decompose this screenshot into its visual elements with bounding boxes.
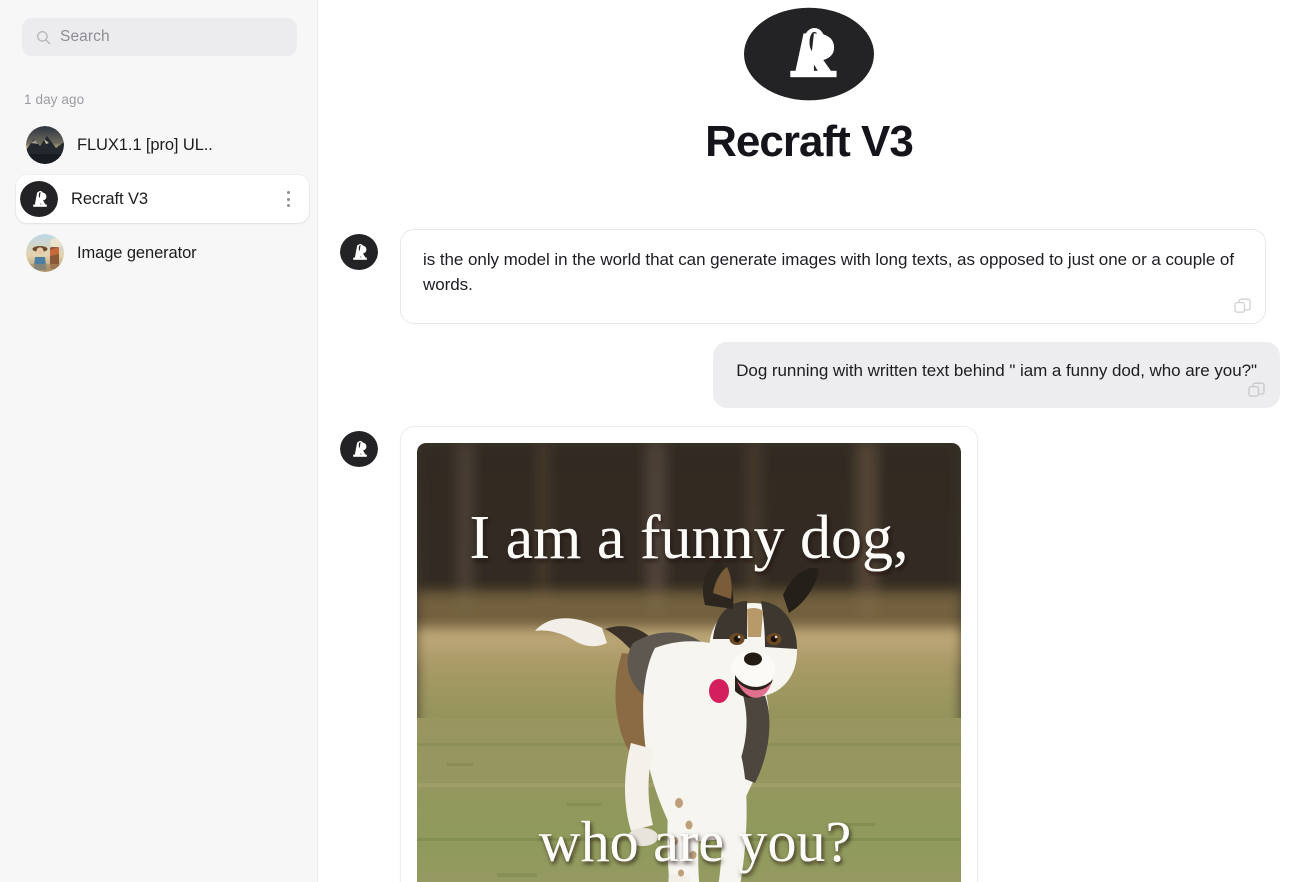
- user-message-bubble: Dog running with written text behind " i…: [713, 341, 1280, 408]
- message-list: is the only model in the world that can …: [318, 229, 1300, 882]
- message-row-user: Dog running with written text behind " i…: [340, 341, 1280, 408]
- conversation-scroll[interactable]: Recraft V3 is the only model in the worl…: [318, 0, 1300, 882]
- message-text: is the only model in the world that can …: [423, 250, 1234, 294]
- sidebar-item-image-generator[interactable]: Image generator: [22, 229, 297, 277]
- landscape-thumbnail-icon: [26, 126, 64, 164]
- illustration-thumbnail-icon: [26, 234, 64, 272]
- sidebar-section-label: 1 day ago: [24, 92, 85, 107]
- message-row-assistant-image: I am a funny dog, who are you?: [340, 425, 1280, 882]
- sidebar-item-recraft-v3[interactable]: Recraft V3: [16, 175, 309, 223]
- recraft-logo-icon: [340, 233, 378, 271]
- search-icon: [36, 30, 51, 45]
- app-root: Search 1 day ago FLUX1.1 [pro] UL.. Recr…: [0, 0, 1300, 882]
- generated-image[interactable]: I am a funny dog, who are you?: [417, 442, 961, 882]
- main-panel: Recraft V3 is the only model in the worl…: [318, 0, 1300, 882]
- generated-image-card[interactable]: I am a funny dog, who are you?: [400, 425, 978, 882]
- assistant-message-bubble: is the only model in the world that can …: [400, 229, 1266, 324]
- more-vertical-icon[interactable]: [279, 188, 297, 210]
- page-title: Recraft V3: [705, 117, 914, 166]
- chat-list: FLUX1.1 [pro] UL.. Recraft V3 Image gene…: [16, 121, 309, 277]
- search-placeholder: Search: [60, 28, 110, 45]
- image-top-text: I am a funny dog,: [469, 504, 908, 572]
- sidebar-item-label: Recraft V3: [71, 189, 148, 208]
- recraft-logo-large-icon: [744, 7, 874, 106]
- copy-icon[interactable]: [1234, 298, 1251, 315]
- model-header: Recraft V3: [318, 0, 1300, 193]
- search-input[interactable]: Search: [22, 18, 297, 56]
- message-row-assistant: is the only model in the world that can …: [340, 229, 1280, 324]
- sidebar-item-label: Image generator: [77, 243, 197, 262]
- recraft-logo-icon: [340, 430, 378, 468]
- message-text: Dog running with written text behind " i…: [736, 360, 1257, 380]
- copy-icon[interactable]: [1248, 382, 1265, 399]
- image-bottom-text: who are you?: [539, 809, 851, 874]
- sidebar-item-label: FLUX1.1 [pro] UL..: [77, 135, 213, 154]
- sidebar-item-flux[interactable]: FLUX1.1 [pro] UL..: [22, 121, 297, 169]
- recraft-logo-icon: [20, 180, 58, 218]
- sidebar: Search 1 day ago FLUX1.1 [pro] UL.. Recr…: [0, 0, 318, 882]
